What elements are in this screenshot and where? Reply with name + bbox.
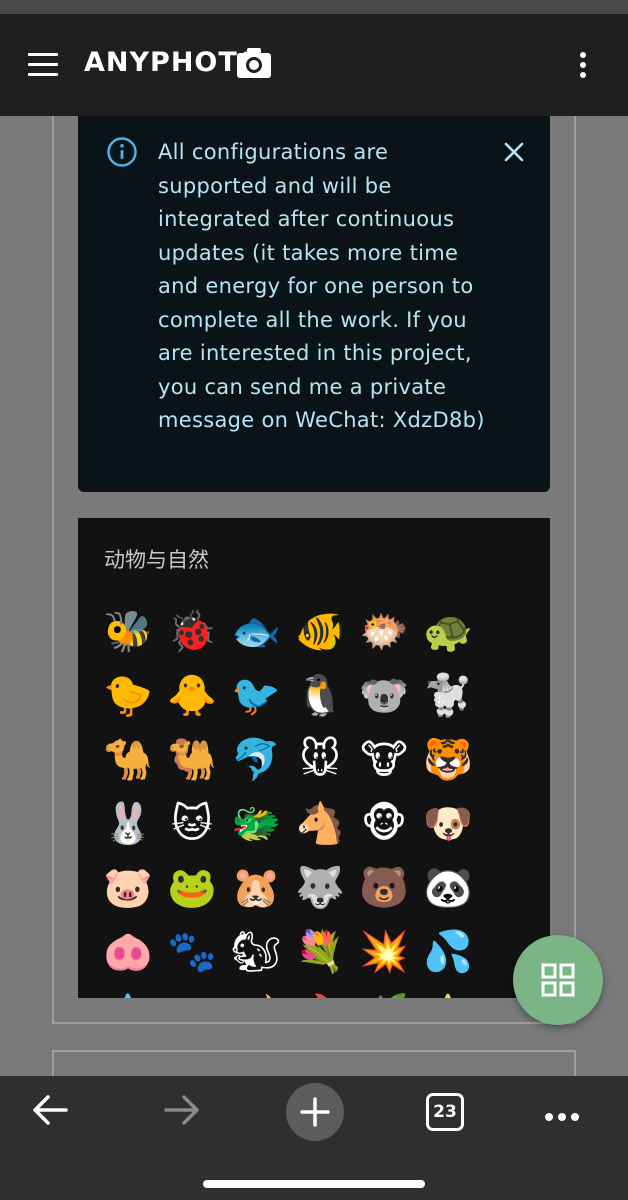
emoji-item[interactable]: 🐭 — [288, 728, 352, 792]
emoji-item[interactable]: 🐵 — [352, 792, 416, 856]
app-title: ANYPHOTO — [84, 47, 262, 78]
emoji-item[interactable]: 🐹 — [224, 856, 288, 920]
back-arrow-icon[interactable] — [30, 1092, 70, 1128]
emoji-item[interactable]: 🌿 — [352, 984, 416, 998]
hamburger-menu-icon[interactable] — [28, 53, 62, 77]
emoji-item[interactable]: 🐠 — [288, 600, 352, 664]
emoji-item[interactable]: 🐾 — [160, 920, 224, 984]
app-bar: ANYPHOTO — [0, 14, 628, 116]
emoji-item[interactable]: 🐬 — [224, 728, 288, 792]
emoji-item[interactable]: 🐡 — [352, 600, 416, 664]
grid-icon — [541, 963, 575, 997]
emoji-item[interactable]: 🐼 — [416, 856, 480, 920]
emoji-item[interactable]: 🐞 — [160, 600, 224, 664]
emoji-item[interactable]: 💦 — [416, 920, 480, 984]
tab-count-button[interactable]: 23 — [426, 1093, 464, 1131]
plus-icon — [300, 1097, 330, 1127]
emoji-item[interactable]: ⭐ — [416, 984, 480, 998]
home-indicator — [203, 1180, 425, 1188]
alert-message: All configurations are supported and wil… — [158, 140, 485, 432]
page-content: All configurations are supported and wil… — [0, 116, 628, 1076]
emoji-item[interactable]: 🐱 — [160, 792, 224, 856]
emoji-item[interactable]: 💐 — [288, 920, 352, 984]
status-strip — [0, 0, 628, 14]
emoji-item[interactable]: 🐪 — [96, 728, 160, 792]
close-icon[interactable] — [502, 140, 526, 164]
emoji-item[interactable]: 🐨 — [352, 664, 416, 728]
emoji-item[interactable]: 🐸 — [160, 856, 224, 920]
next-card-frame — [52, 1050, 576, 1076]
grid-fab-button[interactable] — [513, 935, 603, 1025]
emoji-item[interactable]: 🐥 — [160, 664, 224, 728]
emoji-item[interactable]: 💧 — [96, 984, 160, 998]
emoji-item[interactable]: 🐧 — [288, 664, 352, 728]
more-dots-icon[interactable] — [545, 1106, 585, 1121]
emoji-item[interactable]: 🐿 — [224, 920, 288, 984]
emoji-item[interactable]: 🐢 — [416, 600, 480, 664]
emoji-item[interactable]: 🐯 — [416, 728, 480, 792]
emoji-item[interactable]: 🐺 — [288, 856, 352, 920]
info-icon — [107, 137, 137, 167]
info-alert: All configurations are supported and wil… — [78, 116, 550, 492]
emoji-item[interactable]: 🐻 — [352, 856, 416, 920]
emoji-category-title: 动物与自然 — [104, 548, 209, 572]
emoji-item[interactable]: 🐶 — [416, 792, 480, 856]
forward-arrow-icon[interactable] — [162, 1092, 202, 1128]
emoji-item[interactable]: 🐰 — [96, 792, 160, 856]
emoji-item[interactable]: 🐽 — [96, 920, 160, 984]
emoji-item[interactable]: 🌙 — [224, 984, 288, 998]
emoji-grid: 🐝🐞🐟🐠🐡🐢 🐤🐥🐦🐧🐨🐩 🐪🐫🐬🐭🐮🐯 🐰🐱🐲🐴🐵🐶 🐷🐸🐹🐺🐻🐼 🐽🐾🐿💐💥💦 💧☁🌙🔥… — [96, 600, 496, 998]
emoji-item[interactable]: ☁ — [160, 984, 224, 998]
emoji-item[interactable]: 💥 — [352, 920, 416, 984]
emoji-panel: 动物与自然 🐝 🐞 🐟 🐠 🐡 🐢 🐤 🐥 🐦 🐧 🐨 🐩 🐪 🐫 🐬 🐭 🐮 🐯 🐰 🐱 🐲 🐴 🐵 🐶 🐷 🐸 🐹 🐺 🐻 🐼 🐽 🐾 🐿 💐… — [78, 518, 550, 998]
emoji-item[interactable]: 🐦 — [224, 664, 288, 728]
emoji-item[interactable]: 🐟 — [224, 600, 288, 664]
emoji-item[interactable]: 🐤 — [96, 664, 160, 728]
emoji-item[interactable]: 🐷 — [96, 856, 160, 920]
emoji-item[interactable]: 🔥 — [288, 984, 352, 998]
emoji-item[interactable]: 🐮 — [352, 728, 416, 792]
emoji-item[interactable]: 🐲 — [224, 792, 288, 856]
emoji-item[interactable]: 🐩 — [416, 664, 480, 728]
emoji-item[interactable]: 🐴 — [288, 792, 352, 856]
camera-icon — [237, 48, 271, 78]
browser-bottom-bar: 23 — [0, 1076, 628, 1200]
emoji-item[interactable]: 🐝 — [96, 600, 160, 664]
kebab-menu-icon[interactable] — [572, 52, 594, 82]
emoji-item[interactable]: 🐫 — [160, 728, 224, 792]
new-tab-button[interactable] — [286, 1083, 344, 1141]
